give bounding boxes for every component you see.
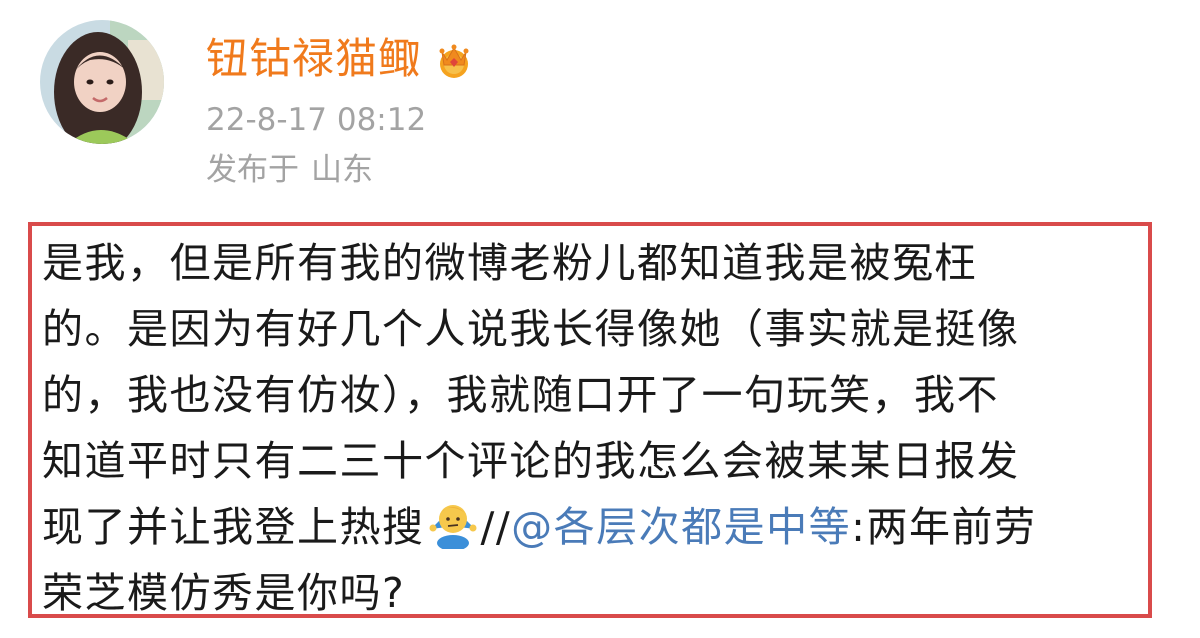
user-avatar[interactable] bbox=[40, 20, 164, 144]
location-name: 山东 bbox=[311, 152, 373, 188]
username-row: 钮钴禄猫鲰 bbox=[206, 26, 475, 92]
content-line: 荣芝模仿秀是你吗? bbox=[42, 569, 406, 617]
content-line: 现了并让我登上热搜 //@各层次都是中等:两年前劳 bbox=[42, 494, 1142, 560]
content-line: 知道平时只有二三十个评论的我怎么会被某某日报发 bbox=[42, 437, 1020, 485]
weibo-post: 钮钴禄猫鲰 22-8-17 08:12 发布于 山东 是我，但是所有我的微博老粉儿… bbox=[0, 0, 1200, 638]
crown-vip-icon[interactable] bbox=[433, 38, 475, 80]
post-header: 钮钴禄猫鲰 22-8-17 08:12 发布于 山东 bbox=[206, 26, 475, 192]
avatar-image bbox=[40, 20, 164, 144]
content-line: 的，我也没有仿妆），我就随口开了一句玩笑，我不 bbox=[42, 371, 999, 419]
post-location: 发布于 山东 bbox=[206, 148, 475, 192]
content-line: 是我，但是所有我的微博老粉儿都知道我是被冤枉 bbox=[42, 239, 977, 287]
shrug-emoji-icon bbox=[427, 497, 479, 551]
post-content: 是我，但是所有我的微博老粉儿都知道我是被冤枉 的。是因为有好几个人说我长得像她（… bbox=[42, 230, 1142, 626]
post-timestamp[interactable]: 22-8-17 08:12 bbox=[206, 98, 475, 142]
content-text: 现了并让我登上热搜 bbox=[42, 503, 425, 551]
content-text: :两年前劳 bbox=[851, 503, 1037, 551]
mention-link[interactable]: @各层次都是中等 bbox=[511, 503, 851, 551]
repost-separator: // bbox=[480, 503, 512, 551]
location-prefix: 发布于 bbox=[206, 152, 299, 188]
content-line: 的。是因为有好几个人说我长得像她（事实就是挺像 bbox=[42, 305, 1020, 353]
username[interactable]: 钮钴禄猫鲰 bbox=[206, 26, 421, 92]
